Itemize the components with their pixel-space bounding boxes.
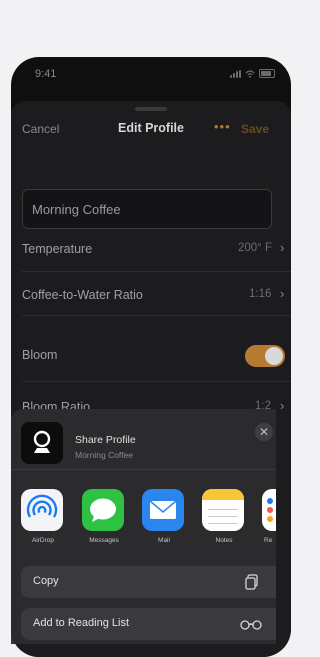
share-title: Share Profile — [75, 434, 136, 446]
share-sheet: Share Profile Morning Coffee ✕ AirDrop M… — [11, 409, 276, 644]
messages-icon — [82, 489, 124, 531]
share-subtitle: Morning Coffee — [75, 450, 133, 460]
row-label: Temperature — [22, 242, 93, 256]
ratio-row[interactable]: Coffee-to-Water Ratio 1:16 › — [22, 275, 291, 315]
wifi-icon — [245, 69, 255, 78]
save-button[interactable]: Save — [241, 122, 269, 136]
divider — [22, 271, 291, 272]
airdrop-icon — [21, 489, 63, 531]
app-label: Messages — [89, 537, 119, 544]
app-logo-icon — [21, 422, 63, 464]
add-to-reading-list-action[interactable]: Add to Reading List — [21, 608, 276, 640]
copy-icon — [243, 573, 261, 591]
mail-icon — [142, 489, 184, 531]
reminders-icon — [262, 489, 276, 531]
chevron-right-icon: › — [280, 398, 285, 413]
more-options-button[interactable]: ••• — [214, 119, 231, 134]
sheet-grabber[interactable] — [135, 107, 167, 111]
close-button[interactable]: ✕ — [255, 423, 273, 441]
share-app-airdrop[interactable]: AirDrop — [21, 489, 65, 544]
app-label: Notes — [215, 537, 233, 544]
action-label: Add to Reading List — [33, 617, 130, 629]
temperature-row[interactable]: Temperature 200° F › — [22, 229, 291, 269]
share-app-reminders[interactable]: Re — [262, 489, 276, 544]
status-icons — [230, 69, 275, 78]
app-label: AirDrop — [31, 537, 55, 544]
divider — [22, 315, 291, 316]
share-app-notes[interactable]: Notes — [202, 489, 246, 544]
divider — [11, 469, 276, 470]
nav-bar: Cancel Edit Profile ••• Save — [11, 119, 291, 143]
chevron-right-icon: › — [280, 286, 285, 301]
row-label: Bloom — [22, 348, 58, 362]
app-label: Mail — [158, 537, 170, 544]
share-app-messages[interactable]: Messages — [82, 489, 126, 544]
chevron-right-icon: › — [280, 240, 285, 255]
glasses-icon — [239, 615, 263, 633]
profile-name-field[interactable]: Morning Coffee — [22, 189, 272, 229]
share-app-mail[interactable]: Mail — [142, 489, 186, 544]
bloom-toggle[interactable] — [245, 345, 285, 367]
divider — [22, 381, 291, 382]
signal-icon — [230, 69, 241, 78]
status-bar: 9:41 — [11, 57, 291, 97]
row-value: 200° F — [238, 242, 273, 254]
app-label: Re — [264, 537, 273, 544]
bloom-row: Bloom — [22, 335, 291, 375]
action-label: Copy — [33, 575, 59, 587]
row-label: Coffee-to-Water Ratio — [22, 288, 143, 302]
notes-icon — [202, 489, 244, 531]
battery-icon — [259, 69, 275, 78]
row-value: 1:16 — [249, 288, 272, 300]
copy-action[interactable]: Copy — [21, 566, 276, 598]
status-time: 9:41 — [35, 68, 57, 80]
